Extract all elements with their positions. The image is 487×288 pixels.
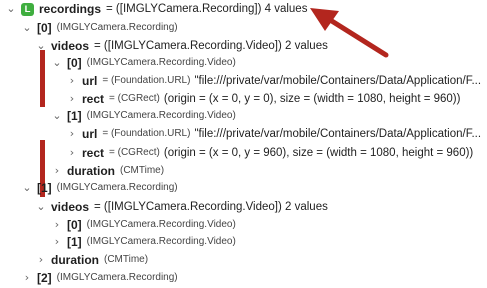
variable-type: (IMGLYCamera.Recording) <box>56 22 178 33</box>
tree-row-video-1[interactable]: › [1] (IMGLYCamera.Recording.Video) <box>52 232 236 252</box>
tree-row-recording-1[interactable]: ⌄ [1] (IMGLYCamera.Recording) <box>22 178 178 198</box>
chevron-down-icon[interactable]: ⌄ <box>52 53 62 73</box>
variable-summary: = ([IMGLYCamera.Recording]) 4 values <box>106 3 308 15</box>
variable-type: (IMGLYCamera.Recording.Video) <box>86 57 236 68</box>
tree-row-video-0[interactable]: ⌄ [0] (IMGLYCamera.Recording.Video) <box>52 53 236 73</box>
variable-value: "file:///private/var/mobile/Containers/D… <box>194 128 482 140</box>
chevron-down-icon[interactable]: ⌄ <box>6 0 16 19</box>
chevron-down-icon[interactable]: ⌄ <box>22 178 32 198</box>
chevron-down-icon[interactable]: ⌄ <box>22 18 32 38</box>
local-variable-badge: L <box>21 2 34 16</box>
tree-row-video-1[interactable]: ⌄ [1] (IMGLYCamera.Recording.Video) <box>52 106 236 126</box>
variable-type: = (Foundation.URL) <box>102 75 191 86</box>
chevron-right-icon[interactable]: › <box>36 250 46 270</box>
variable-summary: = ([IMGLYCamera.Recording.Video]) 2 valu… <box>94 201 328 213</box>
tree-row-recording-0[interactable]: ⌄ [0] (IMGLYCamera.Recording) <box>22 18 178 38</box>
chevron-right-icon[interactable]: › <box>67 143 77 163</box>
chevron-down-icon[interactable]: ⌄ <box>52 106 62 126</box>
variable-type: (CMTime) <box>104 254 149 265</box>
variable-name: duration <box>51 253 99 267</box>
variable-name: [0] <box>37 21 52 35</box>
variable-name: rect <box>82 146 105 160</box>
chevron-down-icon[interactable]: ⌄ <box>36 36 46 56</box>
chevron-right-icon[interactable]: › <box>52 232 62 252</box>
annotation-bar-video-0 <box>40 50 45 107</box>
variable-name: [1] <box>67 109 82 123</box>
chevron-right-icon[interactable]: › <box>67 71 77 91</box>
tree-row-duration[interactable]: › duration (CMTime) <box>36 250 148 270</box>
tree-row-url[interactable]: › url = (Foundation.URL) "file:///privat… <box>67 124 481 144</box>
variable-name: videos <box>51 200 90 214</box>
variable-type: = (Foundation.URL) <box>102 128 191 139</box>
tree-row-videos[interactable]: ⌄ videos = ([IMGLYCamera.Recording.Video… <box>36 197 328 217</box>
variable-name: url <box>82 127 98 141</box>
variable-type: (IMGLYCamera.Recording.Video) <box>86 110 236 121</box>
tree-row-recordings[interactable]: ⌄ L recordings = ([IMGLYCamera.Recording… <box>6 0 307 19</box>
tree-row-recording-2[interactable]: › [2] (IMGLYCamera.Recording) <box>22 268 178 288</box>
variable-type: (IMGLYCamera.Recording) <box>56 272 178 283</box>
variable-type: (IMGLYCamera.Recording) <box>56 182 178 193</box>
chevron-down-icon[interactable]: ⌄ <box>36 197 46 217</box>
variable-name: [1] <box>37 181 52 195</box>
tree-row-rect[interactable]: › rect = (CGRect) (origin = (x = 0, y = … <box>67 143 473 163</box>
variable-name: recordings <box>39 2 102 16</box>
variable-value: "file:///private/var/mobile/Containers/D… <box>194 75 482 87</box>
variable-type: (IMGLYCamera.Recording.Video) <box>86 236 236 247</box>
tree-row-url[interactable]: › url = (Foundation.URL) "file:///privat… <box>67 71 481 91</box>
variable-name: [2] <box>37 271 52 285</box>
variable-name: [1] <box>67 235 82 249</box>
variable-value: (origin = (x = 0, y = 960), size = (widt… <box>163 147 474 159</box>
chevron-right-icon[interactable]: › <box>22 268 32 288</box>
chevron-right-icon[interactable]: › <box>67 124 77 144</box>
variable-type: = (CGRect) <box>109 147 160 158</box>
variable-name: [0] <box>67 56 82 70</box>
variable-name: url <box>82 74 98 88</box>
